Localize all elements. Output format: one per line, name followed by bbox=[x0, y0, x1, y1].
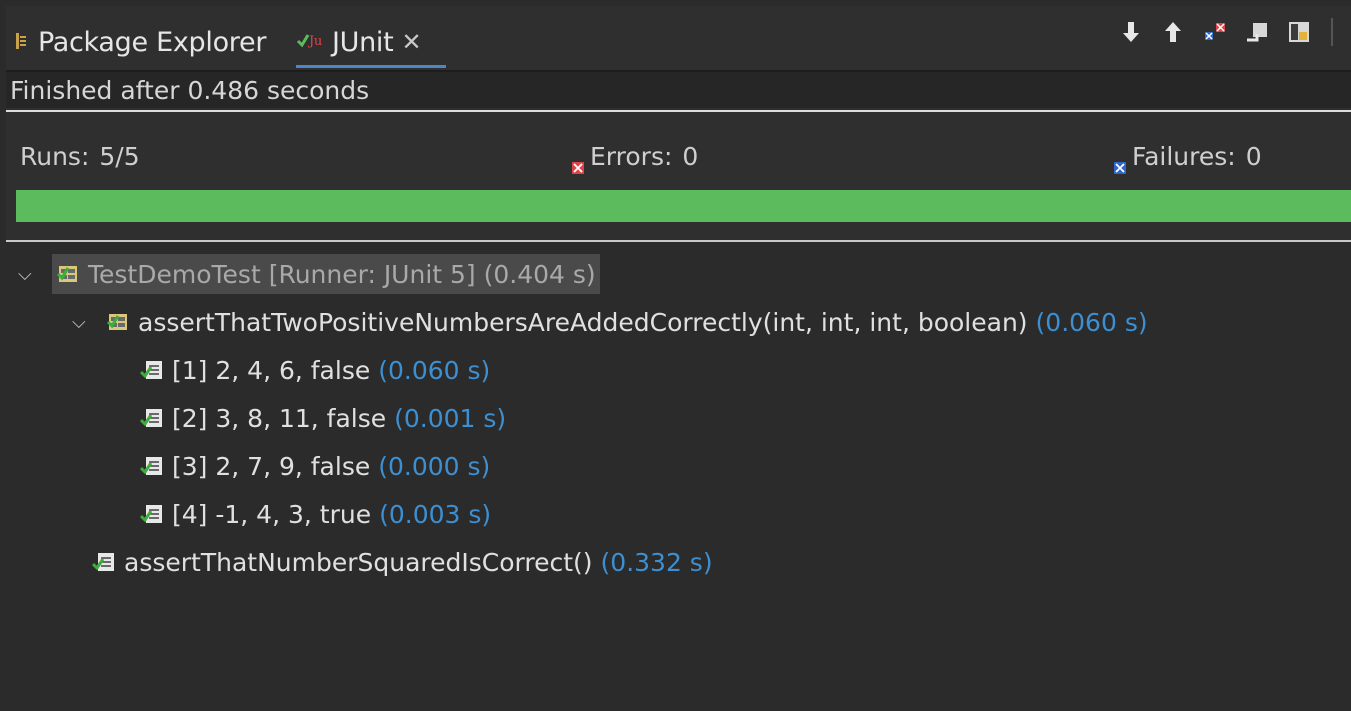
next-failure-icon[interactable] bbox=[1117, 18, 1145, 46]
tree-row-case-4[interactable]: [4] -1, 4, 3, true (0.003 s) bbox=[139, 494, 492, 534]
test-time: (0.332 s) bbox=[600, 547, 713, 577]
tab-label: JUnit bbox=[332, 26, 394, 58]
tree-row-method-added-correctly[interactable]: ⌵ assertThatTwoPositiveNumbersAreAddedCo… bbox=[72, 302, 1148, 342]
error-icon bbox=[572, 151, 584, 174]
tree-row-case-1[interactable]: [1] 2, 4, 6, false (0.060 s) bbox=[139, 350, 491, 390]
test-method-label: assertThatNumberSquaredIsCorrect() bbox=[124, 547, 593, 577]
chevron-down-icon[interactable]: ⌵ bbox=[72, 312, 92, 333]
svg-text:Ju: Ju bbox=[307, 34, 322, 49]
counter-panel: Runs: 5/5 Errors: 0 Failures: 0 bbox=[6, 112, 1351, 238]
test-suite-success-icon bbox=[106, 310, 130, 334]
test-success-icon bbox=[139, 454, 164, 478]
test-case-label: [2] 3, 8, 11, false bbox=[172, 403, 387, 433]
previous-failure-icon[interactable] bbox=[1159, 18, 1187, 46]
test-success-icon bbox=[139, 406, 164, 430]
layout-icon[interactable] bbox=[1285, 18, 1313, 46]
tree-row-case-2[interactable]: [2] 3, 8, 11, false (0.001 s) bbox=[139, 398, 507, 438]
show-failures-only-icon[interactable] bbox=[1201, 18, 1229, 46]
failures-counter: Failures: 0 bbox=[1114, 142, 1262, 174]
tab-bar: Package Explorer Ju JUnit ✕ bbox=[6, 6, 1351, 68]
test-time: (0.060 s) bbox=[378, 355, 491, 385]
errors-counter: Errors: 0 bbox=[572, 142, 699, 174]
test-case-label: [4] -1, 4, 3, true bbox=[172, 499, 372, 529]
tree-row-case-3[interactable]: [3] 2, 7, 9, false (0.000 s) bbox=[139, 446, 491, 486]
tree-row-test-class[interactable]: ⌵ TestDemoTest [Runner: JUnit 5] (0.404 … bbox=[18, 254, 600, 294]
test-case-label: [3] 2, 7, 9, false bbox=[172, 451, 371, 481]
tab-junit[interactable]: Ju JUnit ✕ bbox=[296, 20, 446, 68]
test-time: (0.060 s) bbox=[1035, 307, 1148, 337]
view-toolbar bbox=[1117, 18, 1333, 46]
runs-counter: Runs: 5/5 bbox=[20, 142, 140, 171]
failure-icon bbox=[1114, 151, 1126, 174]
package-explorer-icon bbox=[14, 27, 30, 58]
test-time: (0.001 s) bbox=[394, 403, 507, 433]
tree-row-selection: TestDemoTest [Runner: JUnit 5] (0.404 s) bbox=[52, 254, 600, 294]
test-suite-success-icon bbox=[56, 262, 80, 286]
status-message: Finished after 0.486 seconds bbox=[6, 70, 1351, 108]
runs-value: 5/5 bbox=[99, 142, 140, 171]
tab-package-explorer[interactable]: Package Explorer bbox=[14, 20, 266, 64]
close-tab-icon[interactable]: ✕ bbox=[401, 28, 421, 56]
runs-label: Runs: bbox=[20, 142, 90, 171]
test-method-label: assertThatTwoPositiveNumbersAreAddedCorr… bbox=[138, 307, 1028, 337]
errors-value: 0 bbox=[682, 142, 699, 171]
progress-bar bbox=[16, 190, 1351, 222]
test-time: (0.003 s) bbox=[379, 499, 492, 529]
failures-label: Failures: bbox=[1132, 142, 1236, 171]
test-time: (0.000 s) bbox=[378, 451, 491, 481]
test-class-label: TestDemoTest [Runner: JUnit 5] (0.404 s) bbox=[88, 259, 596, 289]
scroll-lock-icon[interactable] bbox=[1243, 18, 1271, 46]
tab-label: Package Explorer bbox=[38, 26, 267, 58]
tree-row-method-squared[interactable]: assertThatNumberSquaredIsCorrect() (0.33… bbox=[91, 542, 713, 582]
test-success-icon bbox=[139, 502, 164, 526]
junit-icon: Ju bbox=[296, 27, 324, 58]
errors-label: Errors: bbox=[590, 142, 673, 171]
progress-fill bbox=[16, 190, 1351, 222]
test-case-label: [1] 2, 4, 6, false bbox=[172, 355, 371, 385]
failures-value: 0 bbox=[1245, 142, 1262, 171]
test-success-icon bbox=[139, 358, 164, 382]
chevron-down-icon[interactable]: ⌵ bbox=[18, 264, 38, 285]
toolbar-separator bbox=[1331, 18, 1333, 46]
test-success-icon bbox=[91, 550, 116, 574]
test-tree: ⌵ TestDemoTest [Runner: JUnit 5] (0.404 … bbox=[6, 242, 1351, 711]
